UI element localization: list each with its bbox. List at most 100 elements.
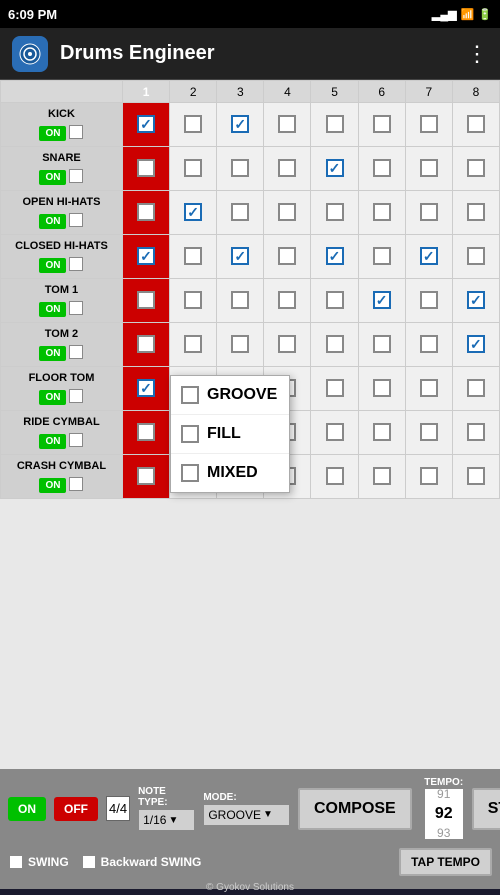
- beat-6-cell-0[interactable]: [358, 103, 405, 147]
- drum-on-button[interactable]: ON: [39, 302, 66, 317]
- beat-2-cell-1[interactable]: [170, 147, 217, 191]
- beat-checkbox-unchecked[interactable]: [420, 467, 438, 485]
- beat-checkbox-unchecked[interactable]: [420, 379, 438, 397]
- drum-on-button[interactable]: ON: [39, 478, 66, 493]
- beat-6-cell-4[interactable]: ✓: [358, 279, 405, 323]
- beat-7-cell-2[interactable]: [405, 191, 452, 235]
- beat-5-cell-8[interactable]: [311, 455, 358, 499]
- beat-1-cell-2[interactable]: [122, 191, 169, 235]
- mode-dropdown[interactable]: GROOVE FILL MIXED: [170, 375, 290, 493]
- beat-checkbox-unchecked[interactable]: [231, 203, 249, 221]
- beat-1-cell-7[interactable]: [122, 411, 169, 455]
- beat-checkbox-unchecked[interactable]: [326, 335, 344, 353]
- beat-2-cell-3[interactable]: [170, 235, 217, 279]
- beat-checkbox-unchecked[interactable]: [184, 247, 202, 265]
- beat-7-cell-4[interactable]: [405, 279, 452, 323]
- beat-checkbox-unchecked[interactable]: [326, 467, 344, 485]
- beat-checkbox-unchecked[interactable]: [420, 335, 438, 353]
- beat-7-cell-8[interactable]: [405, 455, 452, 499]
- beat-5-cell-2[interactable]: [311, 191, 358, 235]
- beat-checkbox-unchecked[interactable]: [278, 247, 296, 265]
- beat-3-cell-5[interactable]: [217, 323, 264, 367]
- beat-checkbox-unchecked[interactable]: [373, 159, 391, 177]
- tap-tempo-button[interactable]: TAP TEMPO: [399, 848, 492, 876]
- beat-1-cell-8[interactable]: [122, 455, 169, 499]
- drum-small-checkbox[interactable]: [69, 433, 83, 447]
- beat-5-cell-4[interactable]: [311, 279, 358, 323]
- beat-4-cell-0[interactable]: [264, 103, 311, 147]
- beat-checkbox-checked[interactable]: ✓: [137, 379, 155, 397]
- beat-7-cell-3[interactable]: ✓: [405, 235, 452, 279]
- beat-7-cell-6[interactable]: [405, 367, 452, 411]
- stop-button[interactable]: STOP: [472, 788, 500, 830]
- beat-5-cell-7[interactable]: [311, 411, 358, 455]
- beat-1-cell-5[interactable]: [122, 323, 169, 367]
- drum-on-button[interactable]: ON: [39, 346, 66, 361]
- beat-8-cell-2[interactable]: [452, 191, 499, 235]
- beat-1-cell-4[interactable]: [122, 279, 169, 323]
- beat-7-cell-5[interactable]: [405, 323, 452, 367]
- dropdown-cb-fill[interactable]: [181, 425, 199, 443]
- beat-checkbox-checked[interactable]: ✓: [467, 335, 485, 353]
- mode-select[interactable]: GROOVE ▼: [203, 804, 290, 826]
- beat-checkbox-unchecked[interactable]: [137, 159, 155, 177]
- beat-checkbox-unchecked[interactable]: [420, 159, 438, 177]
- beat-checkbox-unchecked[interactable]: [420, 115, 438, 133]
- beat-checkbox-unchecked[interactable]: [326, 115, 344, 133]
- beat-checkbox-checked[interactable]: ✓: [231, 247, 249, 265]
- beat-8-cell-3[interactable]: [452, 235, 499, 279]
- beat-checkbox-unchecked[interactable]: [326, 379, 344, 397]
- dropdown-item-groove[interactable]: GROOVE: [171, 376, 289, 415]
- beat-checkbox-unchecked[interactable]: [420, 203, 438, 221]
- beat-3-cell-3[interactable]: ✓: [217, 235, 264, 279]
- beat-checkbox-unchecked[interactable]: [278, 115, 296, 133]
- dropdown-cb-mixed[interactable]: [181, 464, 199, 482]
- beat-checkbox-unchecked[interactable]: [373, 115, 391, 133]
- beat-1-cell-0[interactable]: ✓: [122, 103, 169, 147]
- beat-checkbox-unchecked[interactable]: [137, 423, 155, 441]
- beat-8-cell-6[interactable]: [452, 367, 499, 411]
- beat-checkbox-unchecked[interactable]: [231, 335, 249, 353]
- beat-6-cell-6[interactable]: [358, 367, 405, 411]
- beat-5-cell-3[interactable]: ✓: [311, 235, 358, 279]
- beat-2-cell-2[interactable]: ✓: [170, 191, 217, 235]
- beat-3-cell-4[interactable]: [217, 279, 264, 323]
- beat-checkbox-unchecked[interactable]: [326, 203, 344, 221]
- beat-2-cell-5[interactable]: [170, 323, 217, 367]
- backward-swing-checkbox[interactable]: [81, 854, 97, 870]
- beat-checkbox-checked[interactable]: ✓: [184, 203, 202, 221]
- beat-checkbox-unchecked[interactable]: [467, 379, 485, 397]
- beat-checkbox-checked[interactable]: ✓: [373, 291, 391, 309]
- beat-checkbox-unchecked[interactable]: [373, 379, 391, 397]
- beat-8-cell-8[interactable]: [452, 455, 499, 499]
- beat-checkbox-checked[interactable]: ✓: [326, 247, 344, 265]
- beat-checkbox-unchecked[interactable]: [278, 159, 296, 177]
- beat-7-cell-1[interactable]: [405, 147, 452, 191]
- beat-8-cell-4[interactable]: ✓: [452, 279, 499, 323]
- beat-checkbox-unchecked[interactable]: [184, 335, 202, 353]
- beat-checkbox-checked[interactable]: ✓: [420, 247, 438, 265]
- beat-4-cell-2[interactable]: [264, 191, 311, 235]
- beat-6-cell-2[interactable]: [358, 191, 405, 235]
- beat-checkbox-unchecked[interactable]: [184, 291, 202, 309]
- compose-button[interactable]: COMPOSE: [298, 788, 412, 830]
- beat-1-cell-3[interactable]: ✓: [122, 235, 169, 279]
- note-type-select[interactable]: 1/16 ▼: [138, 809, 195, 831]
- drum-on-button[interactable]: ON: [39, 434, 66, 449]
- beat-checkbox-checked[interactable]: ✓: [137, 247, 155, 265]
- beat-checkbox-unchecked[interactable]: [278, 291, 296, 309]
- beat-checkbox-checked[interactable]: ✓: [467, 291, 485, 309]
- beat-7-cell-7[interactable]: [405, 411, 452, 455]
- swing-checkbox[interactable]: [8, 854, 24, 870]
- beat-checkbox-unchecked[interactable]: [467, 203, 485, 221]
- beat-checkbox-unchecked[interactable]: [137, 203, 155, 221]
- beat-2-cell-0[interactable]: [170, 103, 217, 147]
- time-signature[interactable]: 4/4: [106, 796, 130, 821]
- beat-checkbox-unchecked[interactable]: [184, 159, 202, 177]
- beat-8-cell-7[interactable]: [452, 411, 499, 455]
- beat-checkbox-unchecked[interactable]: [137, 335, 155, 353]
- beat-checkbox-unchecked[interactable]: [373, 247, 391, 265]
- beat-checkbox-unchecked[interactable]: [373, 467, 391, 485]
- drum-on-button[interactable]: ON: [39, 126, 66, 141]
- beat-4-cell-1[interactable]: [264, 147, 311, 191]
